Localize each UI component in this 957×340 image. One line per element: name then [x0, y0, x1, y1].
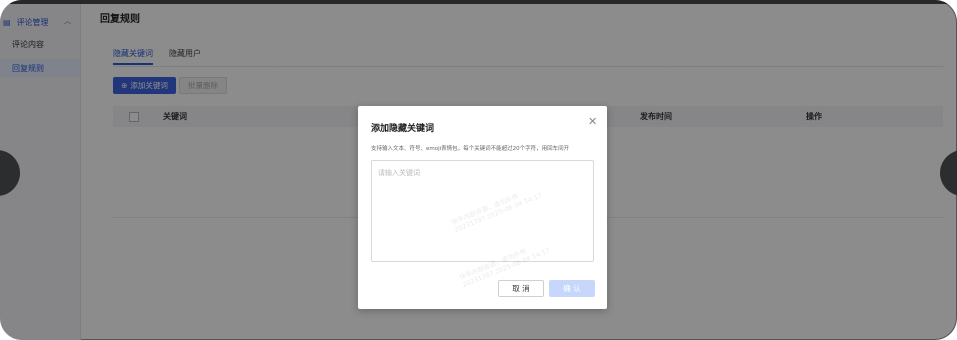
cancel-label: 取 消: [512, 284, 530, 293]
confirm-label: 确 认: [563, 284, 581, 293]
keyword-input[interactable]: [371, 160, 594, 262]
dialog-title: 添加隐藏关键词: [371, 124, 435, 134]
confirm-button[interactable]: 确 认: [549, 280, 595, 297]
cancel-button[interactable]: 取 消: [498, 280, 544, 297]
add-hidden-keyword-dialog: 添加隐藏关键词 ✕ 支持输入文本、符号、emoji表情包，每个关键词不能超过20…: [358, 106, 607, 309]
app-window: ▤ 评论管理 ︿ 评论内容 回复规则 回复规则 隐藏关键词 隐藏用户 ⊕ 添加关…: [0, 0, 957, 340]
dialog-hint: 支持输入文本、符号、emoji表情包，每个关键词不能超过20个字符，用回车间开: [371, 146, 570, 152]
close-icon[interactable]: ✕: [588, 116, 597, 127]
